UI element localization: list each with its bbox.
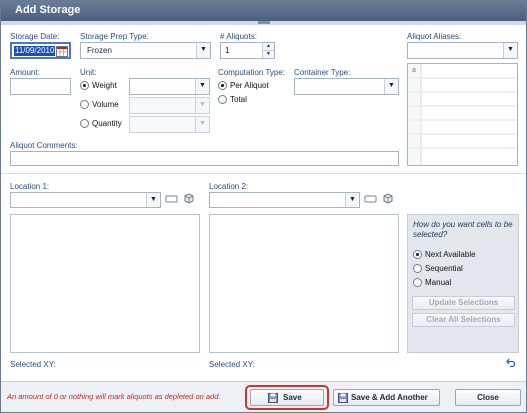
save-icon [338,393,348,408]
spin-up-icon[interactable]: ▲ [262,43,274,51]
computation-type-label: Computation Type: [218,68,286,77]
next-available-label: Next Available [425,250,476,259]
update-selections-button[interactable]: Update Selections [412,296,515,310]
save-add-another-label: Save & Add Another [351,393,428,402]
tag-icon[interactable] [165,194,178,206]
section-divider [1,173,526,174]
alias-row-header: a [412,67,416,74]
cell-selection-question: How do you want cells to be selected? [413,220,513,239]
storage-date-label: Storage Date: [10,32,60,41]
aliquot-comments-label: Aliquot Comments: [10,141,78,150]
chevron-down-icon[interactable]: ▼ [195,79,209,94]
location1-label: Location 1: [10,182,50,191]
aliquots-value: 1 [225,46,230,55]
chevron-down-icon[interactable]: ▼ [196,43,210,58]
dialog-title: Add Storage [15,4,81,16]
tag-icon[interactable] [364,194,377,206]
storage-date-input[interactable]: 11/09/2010 [10,42,71,59]
next-available-radio[interactable] [413,250,422,259]
spin-down-icon[interactable]: ▼ [262,51,274,58]
chevron-down-icon[interactable]: ▼ [195,98,209,113]
save-icon [268,393,278,408]
save-add-another-button[interactable]: Save & Add Another [333,389,440,406]
save-button[interactable]: Save [250,389,324,406]
chevron-down-icon[interactable]: ▼ [503,43,517,58]
save-label: Save [283,393,302,402]
storage-date-value: 11/09/2010 [14,46,56,56]
weight-unit-select[interactable]: ▼ [129,78,210,95]
title-bar[interactable]: Add Storage [1,1,526,21]
amount-label: Amount: [10,68,40,77]
close-button[interactable]: Close [455,389,521,406]
container-type-label: Container Type: [294,68,351,77]
cube-icon[interactable] [382,192,394,206]
computation-per-aliquot-radio[interactable] [218,81,227,90]
aliquot-comments-input[interactable] [10,151,399,166]
storage-prep-type-select[interactable]: Frozen ▼ [80,42,211,59]
chevron-down-icon[interactable]: ▼ [146,193,160,207]
unit-volume-radio[interactable] [80,100,89,109]
depletion-warning: An amount of 0 or nothing will mark aliq… [7,392,221,401]
unit-volume-label: Volume [92,100,119,109]
unit-label: Unit: [80,68,97,77]
grip-handle-icon[interactable] [258,21,270,24]
computation-total-label: Total [230,95,247,104]
manual-radio[interactable] [413,278,422,287]
add-storage-dialog: Add Storage Storage Date: 11/09/2010 Sto… [0,0,527,413]
clear-all-selections-button[interactable]: Clear All Selections [412,313,515,327]
amount-input[interactable] [10,78,71,95]
computation-per-aliquot-label: Per Aliquot [230,81,269,90]
location2-selected-xy-label: Selected XY: [209,360,255,369]
location2-panel[interactable] [209,214,399,353]
cell-selection-panel: How do you want cells to be selected? Ne… [407,214,519,353]
container-type-select[interactable]: ▼ [294,78,399,95]
aliquot-aliases-select[interactable]: ▼ [407,42,518,59]
aliquots-stepper[interactable]: 1 ▲ ▼ [220,42,275,59]
manual-label: Manual [425,278,452,287]
chevron-down-icon[interactable]: ▼ [384,79,398,94]
volume-unit-select[interactable]: ▼ [129,97,210,114]
unit-quantity-label: Quantity [92,119,122,128]
aliases-grid-lines [408,64,517,165]
chevron-down-icon[interactable]: ▼ [195,117,209,132]
dialog-footer: An amount of 0 or nothing will mark aliq… [1,381,526,412]
location1-panel[interactable] [10,214,200,353]
storage-prep-type-value: Frozen [87,46,112,55]
sequential-label: Sequential [425,264,463,273]
computation-total-radio[interactable] [218,95,227,104]
location1-select[interactable]: ▼ [10,192,161,208]
aliquot-aliases-label: Aliquot Aliases: [407,32,462,41]
unit-weight-radio[interactable] [80,81,89,90]
calendar-icon[interactable] [56,46,68,57]
location2-select[interactable]: ▼ [209,192,360,208]
location2-label: Location 2: [209,182,249,191]
storage-prep-type-label: Storage Prep Type: [80,32,149,41]
unit-quantity-radio[interactable] [80,119,89,128]
undo-icon[interactable] [506,357,516,369]
aliquot-aliases-grid[interactable]: a [407,63,518,166]
aliquots-label: # Aliquots: [220,32,257,41]
unit-weight-label: Weight [92,81,117,90]
quantity-unit-select[interactable]: ▼ [129,116,210,133]
cube-icon[interactable] [183,192,195,206]
sequential-radio[interactable] [413,264,422,273]
location1-selected-xy-label: Selected XY: [10,360,56,369]
chevron-down-icon[interactable]: ▼ [345,193,359,207]
